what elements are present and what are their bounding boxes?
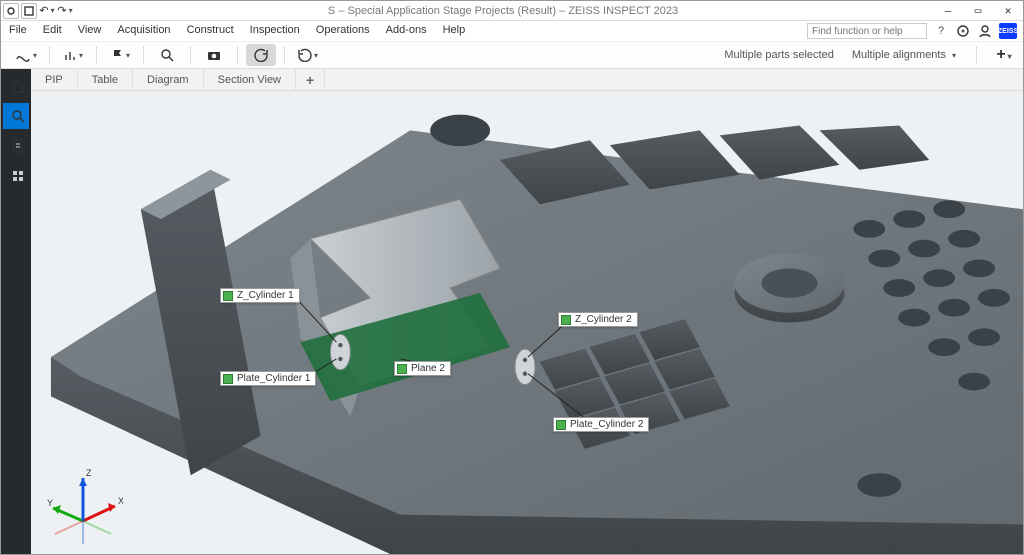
tab-add[interactable]: +	[296, 69, 325, 90]
toolbar: ▾ ▾ ▾ ▾ Multiple parts selected Multiple…	[1, 41, 1023, 69]
menu-file[interactable]: File	[1, 21, 35, 41]
annotation-label: Z_Cylinder 1	[237, 290, 294, 301]
sidebar-doc[interactable]	[3, 133, 29, 159]
redo-icon[interactable]: ↷▾	[57, 3, 73, 19]
menu-addons[interactable]: Add-ons	[378, 21, 435, 41]
title-bar: ↶▾ ↷▾ S – Special Application Stage Proj…	[1, 1, 1023, 21]
camera-icon[interactable]	[199, 44, 229, 66]
sidebar-home[interactable]	[3, 73, 29, 99]
axis-y-label: Y	[47, 498, 53, 508]
annotation-label: Plate_Cylinder 2	[570, 419, 643, 430]
maximize-button[interactable]: ▭	[963, 1, 993, 21]
help-icon[interactable]: ?	[933, 23, 949, 39]
annotation-plane-2[interactable]: Plane 2	[394, 361, 451, 376]
orientation-triad[interactable]: X Y Z	[43, 466, 123, 546]
parts-selected-label[interactable]: Multiple parts selected	[720, 49, 837, 61]
brand-logo: ZEISS	[999, 23, 1017, 39]
refresh-icon[interactable]	[246, 44, 276, 66]
app-icon[interactable]	[3, 3, 19, 19]
sidebar	[1, 69, 31, 554]
viewport-3d[interactable]: Z_Cylinder 1 Plate_Cylinder 1 Plane 2 Z_…	[31, 91, 1023, 554]
workflow-icon[interactable]: ▾	[11, 44, 41, 66]
close-button[interactable]: ✕	[993, 1, 1023, 21]
minimize-button[interactable]: —	[933, 1, 963, 21]
undo-icon[interactable]: ↶▾	[39, 3, 55, 19]
feature-icon	[561, 315, 571, 325]
save-icon[interactable]	[21, 3, 37, 19]
add-button[interactable]: +▾	[993, 46, 1015, 64]
sidebar-search[interactable]	[3, 103, 29, 129]
sidebar-grid[interactable]	[3, 163, 29, 189]
axis-x-label: X	[118, 496, 123, 506]
annotation-z-cylinder-2[interactable]: Z_Cylinder 2	[558, 312, 638, 327]
tab-diagram[interactable]: Diagram	[133, 69, 204, 90]
alignments-label[interactable]: Multiple alignments▾	[848, 49, 960, 61]
workspace: PIP Table Diagram Section View +	[1, 69, 1023, 554]
search-input[interactable]	[807, 23, 927, 39]
user-icon[interactable]	[977, 23, 993, 39]
menu-operations[interactable]: Operations	[308, 21, 378, 41]
chart-icon[interactable]: ▾	[58, 44, 88, 66]
menu-inspection[interactable]: Inspection	[242, 21, 308, 41]
annotation-plate-cylinder-2[interactable]: Plate_Cylinder 2	[553, 417, 649, 432]
tab-table[interactable]: Table	[78, 69, 133, 90]
feature-icon	[223, 291, 233, 301]
menu-help[interactable]: Help	[435, 21, 474, 41]
annotation-plate-cylinder-1[interactable]: Plate_Cylinder 1	[220, 371, 316, 386]
annotation-label: Z_Cylinder 2	[575, 314, 632, 325]
annotation-z-cylinder-1[interactable]: Z_Cylinder 1	[220, 288, 300, 303]
feature-icon	[223, 374, 233, 384]
tab-section[interactable]: Section View	[204, 69, 296, 90]
axis-z-label: Z	[86, 468, 92, 478]
window-title: S – Special Application Stage Projects (…	[73, 5, 933, 17]
flag-icon[interactable]: ▾	[105, 44, 135, 66]
menu-view[interactable]: View	[70, 21, 110, 41]
redo-loop-icon[interactable]: ▾	[293, 44, 323, 66]
annotation-label: Plane 2	[411, 363, 445, 374]
menu-acquisition[interactable]: Acquisition	[109, 21, 178, 41]
main-area: PIP Table Diagram Section View +	[31, 69, 1023, 554]
zoom-icon[interactable]	[152, 44, 182, 66]
feature-icon	[397, 364, 407, 374]
tab-pip[interactable]: PIP	[31, 69, 78, 90]
menu-bar: File Edit View Acquisition Construct Ins…	[1, 21, 1023, 41]
annotation-label: Plate_Cylinder 1	[237, 373, 310, 384]
menu-edit[interactable]: Edit	[35, 21, 70, 41]
settings-icon[interactable]	[955, 23, 971, 39]
feature-icon	[556, 420, 566, 430]
menu-construct[interactable]: Construct	[179, 21, 242, 41]
tabstrip: PIP Table Diagram Section View +	[31, 69, 1023, 91]
